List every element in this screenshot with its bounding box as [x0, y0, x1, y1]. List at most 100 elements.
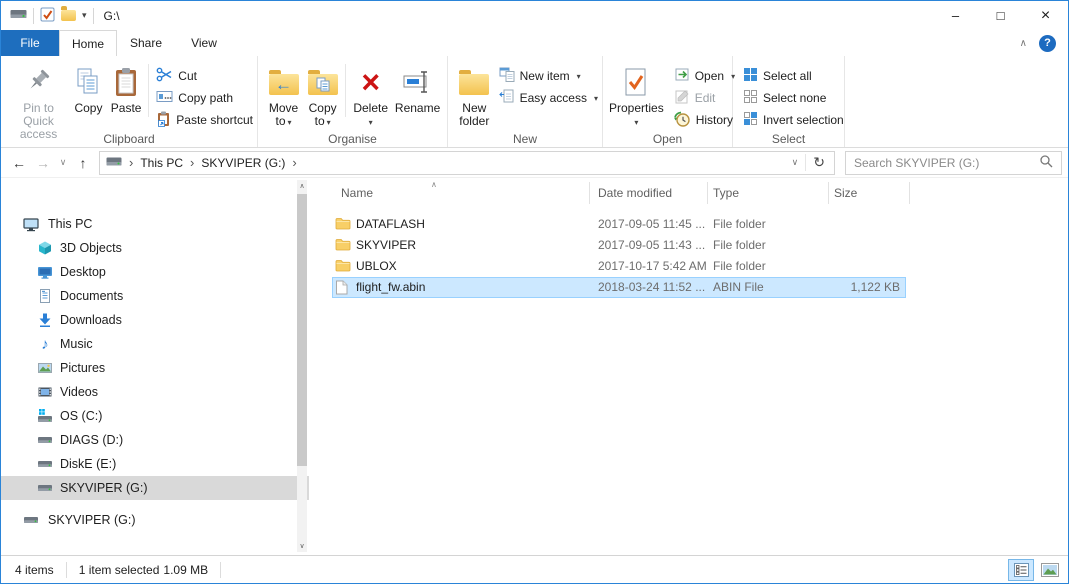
back-icon[interactable]: ←: [7, 155, 31, 171]
paste-button[interactable]: Paste: [107, 60, 146, 115]
tab-home[interactable]: Home: [59, 30, 117, 56]
paste-shortcut-button[interactable]: Paste shortcut: [156, 111, 253, 129]
details-view-button[interactable]: [1008, 559, 1034, 581]
properties-button[interactable]: Properties▾: [609, 60, 664, 129]
breadcrumb-skyviper[interactable]: SKYVIPER (G:): [201, 156, 285, 170]
sidebar-item-music[interactable]: ♪ Music: [1, 332, 309, 356]
sidebar-item-skyviper-g[interactable]: SKYVIPER (G:): [1, 476, 309, 500]
folder-icon: [335, 217, 351, 233]
select-all-button[interactable]: Select all: [743, 67, 844, 85]
tab-view[interactable]: View: [175, 30, 233, 56]
sidebar-scrollbar[interactable]: ∧ ∨: [297, 180, 307, 552]
invert-selection-button[interactable]: Invert selection: [743, 111, 844, 129]
drive-icon: [37, 480, 53, 496]
search-icon[interactable]: [1039, 154, 1053, 171]
sidebar-item-label: This PC: [48, 217, 92, 231]
new-item-button[interactable]: New item ▾: [499, 67, 598, 85]
file-type: File folder: [713, 259, 766, 273]
easy-access-button[interactable]: Easy access ▾: [499, 89, 598, 107]
group-label-open: Open: [603, 132, 732, 146]
file-date: 2017-10-17 5:42 AM: [598, 259, 707, 273]
scroll-up-icon[interactable]: ∧: [297, 180, 307, 192]
minimize-button[interactable]: –: [933, 1, 978, 30]
file-size: 1,122 KB: [828, 280, 900, 294]
file-date: 2017-09-05 11:43 ...: [598, 238, 705, 252]
drive-icon: [106, 156, 122, 170]
sidebar-item-label: Videos: [60, 385, 98, 399]
recent-locations-icon[interactable]: ∨: [55, 157, 71, 168]
column-header-date-modified[interactable]: Date modified: [598, 186, 672, 200]
copy-to-icon: [308, 64, 338, 100]
breadcrumb-this-pc[interactable]: This PC: [140, 156, 183, 170]
invert-selection-icon: [743, 111, 758, 129]
pin-to-quick-access-button[interactable]: Pin to Quick access: [7, 60, 70, 141]
close-button[interactable]: ×: [1023, 1, 1068, 30]
help-icon[interactable]: ?: [1039, 35, 1056, 52]
address-dropdown-icon[interactable]: ∨: [785, 157, 806, 168]
ribbon-group-open: Properties▾ Open ▾ Edit: [603, 56, 733, 147]
column-divider[interactable]: [909, 182, 910, 204]
history-button[interactable]: History: [674, 111, 735, 129]
open-button[interactable]: Open ▾: [674, 67, 735, 85]
sidebar-item-diags-d[interactable]: DIAGS (D:): [1, 428, 309, 452]
column-divider[interactable]: [589, 182, 590, 204]
dropdown-caret-icon: ▾: [577, 72, 581, 81]
selection-count: 1 item selected: [67, 563, 164, 577]
copy-path-button[interactable]: Copy path: [156, 89, 253, 107]
cut-button[interactable]: Cut: [156, 67, 253, 85]
select-none-button[interactable]: Select none: [743, 89, 844, 107]
tab-file[interactable]: File: [1, 30, 59, 56]
thumbnail-view-button[interactable]: [1037, 559, 1063, 581]
new-folder-quick-icon[interactable]: [61, 7, 76, 24]
column-divider[interactable]: [828, 182, 829, 204]
sidebar-item-this-pc[interactable]: This PC: [1, 212, 309, 236]
toolbar-dropdown-icon[interactable]: ▾: [82, 11, 87, 20]
maximize-button[interactable]: □: [978, 1, 1023, 30]
column-header-name[interactable]: Name: [341, 186, 373, 200]
tab-share[interactable]: Share: [117, 30, 175, 56]
delete-button[interactable]: × Delete▾: [349, 60, 392, 129]
file-row-dataflash[interactable]: DATAFLASH 2017-09-05 11:45 ... File fold…: [311, 214, 1068, 235]
sidebar-item-desktop[interactable]: Desktop: [1, 260, 309, 284]
sidebar-item-diske-e[interactable]: DiskE (E:): [1, 452, 309, 476]
sidebar-item-downloads[interactable]: Downloads: [1, 308, 309, 332]
address-input[interactable]: › This PC › SKYVIPER (G:) › ∨ ↻: [99, 151, 835, 175]
sidebar-item-skyviper-g-root[interactable]: SKYVIPER (G:): [1, 508, 309, 532]
file-row-ublox[interactable]: UBLOX 2017-10-17 5:42 AM File folder: [311, 256, 1068, 277]
file-row-skyviper[interactable]: SKYVIPER 2017-09-05 11:43 ... File folde…: [311, 235, 1068, 256]
sidebar-item-os-c[interactable]: OS (C:): [1, 404, 309, 428]
collapse-ribbon-icon[interactable]: ∧: [1020, 38, 1027, 49]
forward-icon[interactable]: →: [31, 155, 55, 171]
main-area: This PC 3D Objects Desktop Documents Dow…: [1, 178, 1068, 555]
move-to-button[interactable]: ← Move to▾: [264, 60, 303, 129]
dropdown-caret-icon: ▾: [609, 116, 664, 129]
file-row-flight-fw-selected[interactable]: flight_fw.abin 2018-03-24 11:52 ... ABIN…: [311, 277, 1068, 298]
rename-button[interactable]: Rename: [392, 60, 443, 115]
breadcrumb-sep-icon: ›: [292, 155, 296, 170]
copy-path-icon: [156, 90, 173, 106]
edit-button[interactable]: Edit: [674, 89, 735, 107]
search-input[interactable]: Search SKYVIPER (G:): [845, 151, 1062, 175]
status-bar: 4 items 1 item selected 1.09 MB: [1, 555, 1068, 584]
copy-button[interactable]: Copy: [70, 60, 107, 115]
sidebar-item-videos[interactable]: Videos: [1, 380, 309, 404]
scroll-down-icon[interactable]: ∨: [297, 540, 307, 552]
scrollbar-thumb[interactable]: [297, 194, 307, 466]
video-icon: [37, 384, 53, 400]
new-folder-button[interactable]: New folder: [454, 60, 495, 128]
sidebar-item-3d-objects[interactable]: 3D Objects: [1, 236, 309, 260]
copy-to-button[interactable]: Copy to▾: [303, 60, 342, 129]
file-icon: [335, 280, 348, 298]
file-date: 2017-09-05 11:45 ...: [598, 217, 705, 231]
sidebar-item-documents[interactable]: Documents: [1, 284, 309, 308]
sidebar-item-label: OS (C:): [60, 409, 102, 423]
picture-icon: [37, 360, 53, 376]
up-icon[interactable]: ↑: [71, 155, 95, 171]
edit-icon: [674, 89, 690, 107]
refresh-icon[interactable]: ↻: [805, 154, 832, 171]
sidebar-item-pictures[interactable]: Pictures: [1, 356, 309, 380]
column-header-type[interactable]: Type: [713, 186, 739, 200]
column-divider[interactable]: [707, 182, 708, 204]
properties-quick-icon[interactable]: [40, 7, 55, 25]
column-header-size[interactable]: Size: [834, 186, 857, 200]
